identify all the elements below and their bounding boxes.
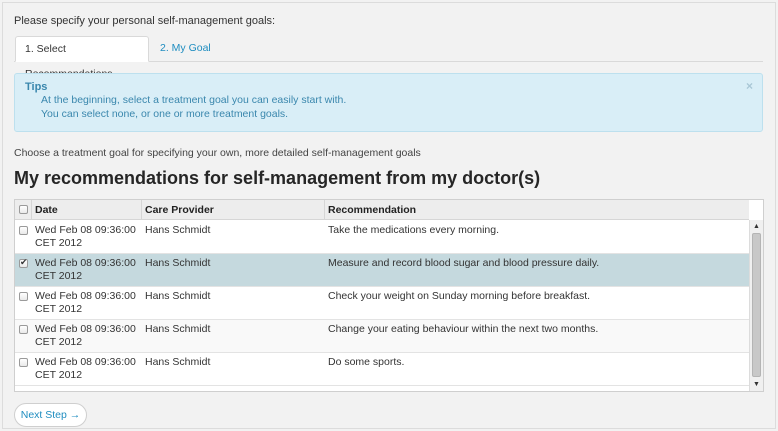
row-checkbox[interactable] (19, 257, 28, 268)
step-tabs: 1. Select Recommendations 2. My Goal (14, 36, 763, 80)
column-divider (324, 200, 325, 220)
table-scrollbar[interactable]: ▲ ▼ (749, 220, 763, 391)
row-recommendation: Check your weight on Sunday morning befo… (328, 290, 591, 302)
row-care-provider: Hans Schmidt (145, 356, 211, 368)
scroll-down-icon[interactable]: ▼ (751, 379, 762, 390)
page-title: My recommendations for self-management f… (14, 168, 541, 188)
intro-text: Please specify your personal self-manage… (14, 15, 276, 27)
row-checkbox[interactable] (19, 292, 28, 301)
select-all-checkbox[interactable] (19, 205, 28, 214)
tab-select-recommendations[interactable]: 1. Select Recommendations (15, 36, 149, 80)
row-care-provider: Hans Schmidt (145, 323, 211, 335)
row-recommendation: Measure and record blood sugar and blood… (328, 257, 600, 269)
scroll-up-icon[interactable]: ▲ (751, 221, 762, 232)
column-header-recommendation[interactable]: Recommendation (328, 204, 416, 216)
row-date: Wed Feb 08 09:36:00 CET 2012 (35, 323, 136, 348)
row-date: Wed Feb 08 09:36:00 CET 2012 (35, 224, 136, 249)
column-divider (141, 200, 142, 220)
table-row[interactable]: Wed Feb 08 09:36:00CET 2012 Hans Schmidt… (15, 221, 749, 254)
table-row[interactable]: Wed Feb 08 09:36:00CET 2012 Hans Schmidt… (15, 287, 749, 320)
choose-instruction: Choose a treatment goal for specifying y… (14, 147, 421, 159)
row-checkbox[interactable] (19, 358, 28, 367)
table-row[interactable]: Wed Feb 08 09:36:00CET 2012 Hans Schmidt… (15, 320, 749, 353)
tips-alert: Tips At the beginning, select a treatmen… (14, 73, 763, 132)
scroll-thumb[interactable] (752, 233, 761, 377)
next-step-button[interactable]: Next Step → (14, 403, 87, 427)
row-date: Wed Feb 08 09:36:00 CET 2012 (35, 356, 136, 381)
row-checkbox[interactable] (19, 226, 28, 235)
recommendations-table: Date Care Provider Recommendation Wed Fe… (14, 199, 764, 392)
row-recommendation: Take the medications every morning. (328, 224, 499, 236)
row-checkbox[interactable] (19, 325, 28, 334)
close-icon[interactable]: × (746, 79, 753, 93)
row-recommendation: Change your eating behaviour within the … (328, 323, 599, 335)
table-row[interactable]: Wed Feb 08 09:36:00CET 2012 Hans Schmidt… (15, 353, 749, 386)
table-body: Wed Feb 08 09:36:00 CET 2012 Hans Schmidt… (15, 221, 749, 386)
column-divider (31, 200, 32, 220)
table-row[interactable]: Wed Feb 08 09:36:00CET 2012 Hans Schmidt… (15, 254, 749, 287)
row-date: Wed Feb 08 09:36:00 CET 2012 (35, 290, 136, 315)
row-care-provider: Hans Schmidt (145, 290, 211, 302)
tab-my-goal[interactable]: 2. My Goal (151, 36, 220, 62)
column-header-care-provider[interactable]: Care Provider (145, 204, 214, 216)
row-date: Wed Feb 08 09:36:00 CET 2012 (35, 257, 136, 282)
table-header: Date Care Provider Recommendation (15, 200, 749, 220)
row-recommendation: Do some sports. (328, 356, 405, 368)
tips-line-1: At the beginning, select a treatment goa… (41, 94, 347, 106)
column-header-date[interactable]: Date (35, 204, 58, 216)
tips-title: Tips (25, 81, 48, 93)
tips-line-2: You can select none, or one or more trea… (41, 108, 289, 120)
row-care-provider: Hans Schmidt (145, 224, 211, 236)
row-care-provider: Hans Schmidt (145, 257, 211, 269)
